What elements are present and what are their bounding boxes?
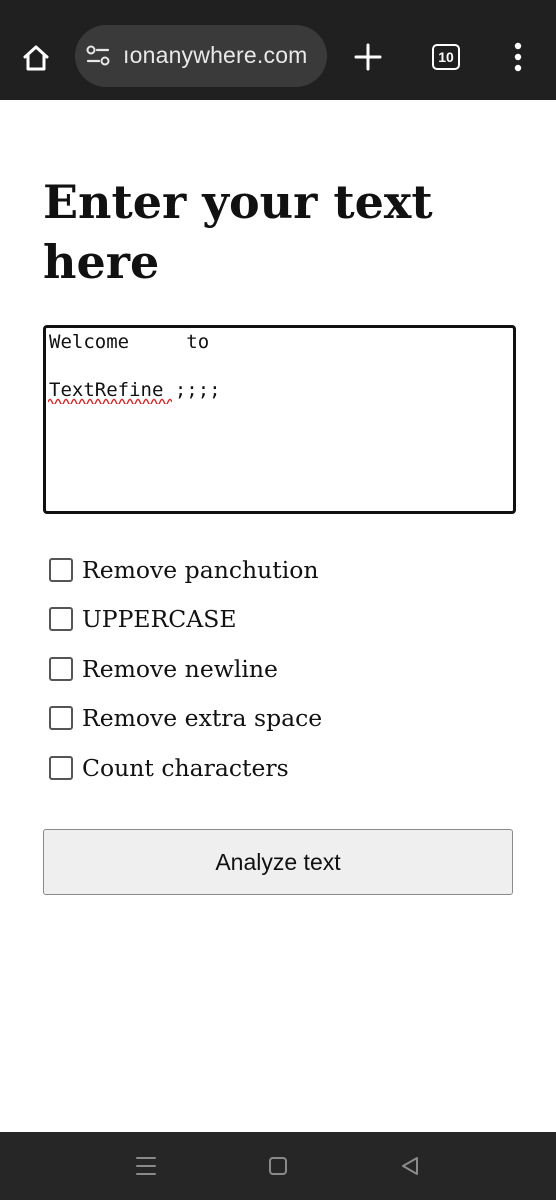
- analyze-text-button[interactable]: Analyze text: [43, 829, 513, 895]
- option-remove-punctuation[interactable]: Remove panchution: [49, 545, 509, 595]
- plus-icon: [354, 43, 382, 71]
- option-label: Remove panchution: [82, 555, 319, 584]
- new-tab-button[interactable]: [346, 35, 390, 79]
- page-title: Enter your text here: [43, 175, 433, 289]
- option-remove-extra-space[interactable]: Remove extra space: [49, 694, 509, 744]
- tab-count: 10: [438, 49, 454, 65]
- remove-extra-space-checkbox[interactable]: [49, 706, 73, 731]
- url-text: ıonanywhere.com: [123, 42, 308, 68]
- tab-switcher-button[interactable]: 10: [424, 35, 468, 79]
- option-label: UPPERCASE: [82, 605, 237, 634]
- system-navigation-bar: [0, 1132, 556, 1200]
- tab-switcher-icon: 10: [432, 44, 460, 70]
- recents-icon[interactable]: [132, 1152, 160, 1180]
- options-list: Remove panchution UPPERCASE Remove newli…: [49, 545, 509, 793]
- home-nav-icon[interactable]: [264, 1152, 292, 1180]
- browser-toolbar: ıonanywhere.com 10: [0, 0, 556, 100]
- option-label: Remove newline: [82, 654, 278, 683]
- address-bar[interactable]: ıonanywhere.com: [75, 25, 327, 87]
- option-count-characters[interactable]: Count characters: [49, 743, 509, 793]
- home-icon: [23, 45, 49, 71]
- home-button[interactable]: [14, 36, 58, 80]
- option-uppercase[interactable]: UPPERCASE: [49, 595, 509, 645]
- text-input-area[interactable]: Welcome to TextRefine ;;;;: [43, 325, 516, 514]
- option-label: Remove extra space: [82, 704, 323, 733]
- option-remove-newline[interactable]: Remove newline: [49, 644, 509, 694]
- back-icon[interactable]: [396, 1152, 424, 1180]
- spellcheck-underline: [48, 398, 172, 404]
- count-characters-checkbox[interactable]: [49, 755, 73, 780]
- remove-newline-checkbox[interactable]: [49, 656, 73, 681]
- browser-menu-button[interactable]: [496, 35, 540, 79]
- more-vert-icon: [514, 42, 522, 72]
- site-info-icon[interactable]: [85, 43, 111, 69]
- uppercase-checkbox[interactable]: [49, 607, 73, 632]
- option-label: Count characters: [82, 753, 289, 782]
- remove-punctuation-checkbox[interactable]: [49, 557, 73, 582]
